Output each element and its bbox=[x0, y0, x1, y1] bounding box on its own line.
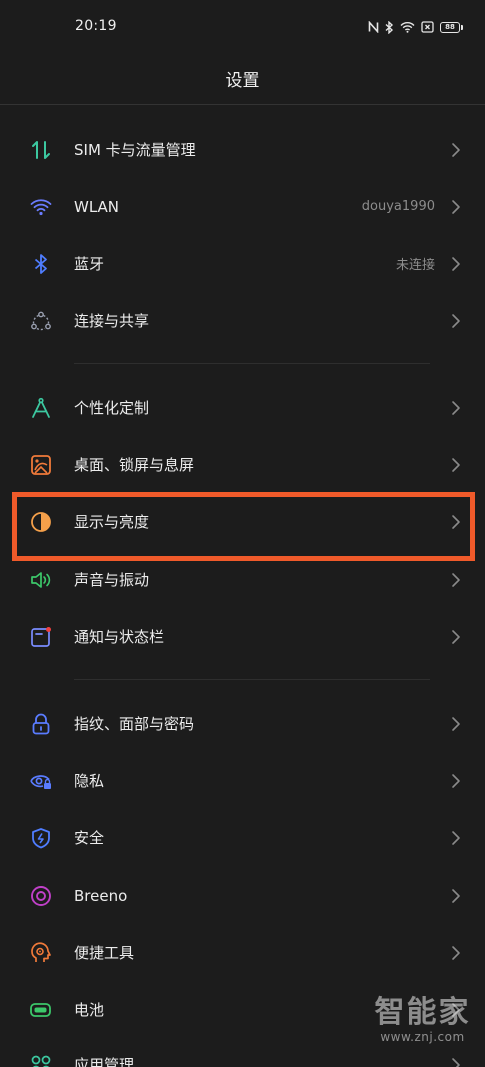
chevron-right-icon bbox=[451, 945, 461, 961]
chevron-right-icon bbox=[451, 830, 461, 846]
settings-row-wallpaper[interactable]: 桌面、锁屏与息屏 bbox=[0, 436, 485, 493]
settings-row-label: 安全 bbox=[74, 829, 105, 847]
settings-row-speaker[interactable]: 声音与振动 bbox=[0, 551, 485, 608]
settings-row-lock[interactable]: 指纹、面部与密码 bbox=[0, 695, 485, 752]
watermark: 智能家 www.znj.com bbox=[370, 995, 475, 1045]
page-title: 设置 bbox=[225, 71, 260, 91]
settings-row-privacy-eye[interactable]: 隐私 bbox=[0, 752, 485, 809]
settings-row-label: Breeno bbox=[74, 886, 128, 905]
settings-row-label: 电池 bbox=[74, 1001, 105, 1019]
settings-row-label: 通知与状态栏 bbox=[74, 628, 165, 646]
lock-icon bbox=[29, 712, 53, 736]
settings-row-label: 个性化定制 bbox=[74, 399, 150, 417]
chevron-right-icon bbox=[451, 716, 461, 732]
settings-row-sim-data[interactable]: SIM 卡与流量管理 bbox=[0, 121, 485, 178]
settings-row-label: 桌面、锁屏与息屏 bbox=[74, 456, 195, 474]
settings-row-label: SIM 卡与流量管理 bbox=[74, 141, 196, 159]
settings-row-label: WLAN bbox=[74, 197, 120, 216]
settings-row-value: douya1990 bbox=[361, 199, 435, 214]
shield-icon bbox=[29, 826, 53, 850]
wifi-icon bbox=[400, 21, 415, 33]
settings-row-label: 便捷工具 bbox=[74, 944, 135, 962]
settings-row-value: 未连接 bbox=[395, 258, 435, 273]
settings-row-share-connect[interactable]: 连接与共享 bbox=[0, 292, 485, 349]
breeno-icon bbox=[29, 884, 53, 908]
nfc-icon bbox=[368, 21, 379, 33]
settings-row-label: 隐私 bbox=[74, 772, 105, 790]
chevron-right-icon bbox=[451, 457, 461, 473]
battery-setting-icon bbox=[29, 998, 53, 1022]
apps-icon bbox=[29, 1053, 53, 1067]
section-divider bbox=[74, 679, 430, 680]
chevron-right-icon bbox=[451, 514, 461, 530]
compass-icon bbox=[29, 396, 53, 420]
brightness-icon bbox=[29, 510, 53, 534]
settings-row-tools[interactable]: 便捷工具 bbox=[0, 924, 485, 981]
chevron-right-icon bbox=[451, 400, 461, 416]
settings-row-wifi[interactable]: WLAN douya1990 bbox=[0, 178, 485, 235]
sim-off-icon bbox=[421, 21, 434, 33]
chevron-right-icon bbox=[451, 888, 461, 904]
settings-row-shield[interactable]: 安全 bbox=[0, 809, 485, 866]
section-divider bbox=[74, 363, 430, 364]
share-connect-icon bbox=[29, 309, 53, 333]
bluetooth-icon bbox=[29, 252, 53, 276]
chevron-right-icon bbox=[451, 629, 461, 645]
wallpaper-icon bbox=[29, 453, 53, 477]
battery-icon: 88 bbox=[440, 21, 463, 33]
settings-row-label: 指纹、面部与密码 bbox=[74, 715, 195, 733]
watermark-url: www.znj.com bbox=[380, 1030, 465, 1044]
speaker-icon bbox=[29, 568, 53, 592]
privacy-eye-icon bbox=[29, 769, 53, 793]
sim-data-icon bbox=[29, 138, 53, 162]
notification-icon bbox=[29, 625, 53, 649]
wifi-icon bbox=[29, 195, 53, 219]
chevron-right-icon bbox=[451, 256, 461, 272]
settings-row-bluetooth[interactable]: 蓝牙 未连接 bbox=[0, 235, 485, 292]
settings-row-breeno[interactable]: Breeno bbox=[0, 867, 485, 924]
status-bar: 20:19 88 bbox=[0, 0, 485, 54]
chevron-right-icon bbox=[451, 199, 461, 215]
watermark-logo: 智能家 bbox=[374, 995, 471, 1030]
title-divider bbox=[0, 104, 485, 105]
chevron-right-icon bbox=[451, 313, 461, 329]
chevron-right-icon bbox=[451, 142, 461, 158]
settings-row-label: 蓝牙 bbox=[74, 255, 105, 273]
settings-row-label: 连接与共享 bbox=[74, 312, 150, 330]
settings-row-compass[interactable]: 个性化定制 bbox=[0, 379, 485, 436]
bluetooth-icon bbox=[385, 20, 394, 34]
settings-row-label: 声音与振动 bbox=[74, 571, 150, 589]
chevron-right-icon bbox=[451, 1057, 461, 1067]
chevron-right-icon bbox=[451, 572, 461, 588]
settings-row-brightness[interactable]: 显示与亮度 bbox=[0, 493, 485, 550]
tools-icon bbox=[29, 941, 53, 965]
status-icons: 88 bbox=[368, 18, 463, 36]
battery-level: 88 bbox=[440, 21, 460, 33]
settings-row-label: 显示与亮度 bbox=[74, 513, 150, 531]
chevron-right-icon bbox=[451, 773, 461, 789]
status-time: 20:19 bbox=[75, 18, 117, 34]
settings-row-notification[interactable]: 通知与状态栏 bbox=[0, 608, 485, 665]
settings-row-label: 应用管理 bbox=[74, 1056, 135, 1067]
